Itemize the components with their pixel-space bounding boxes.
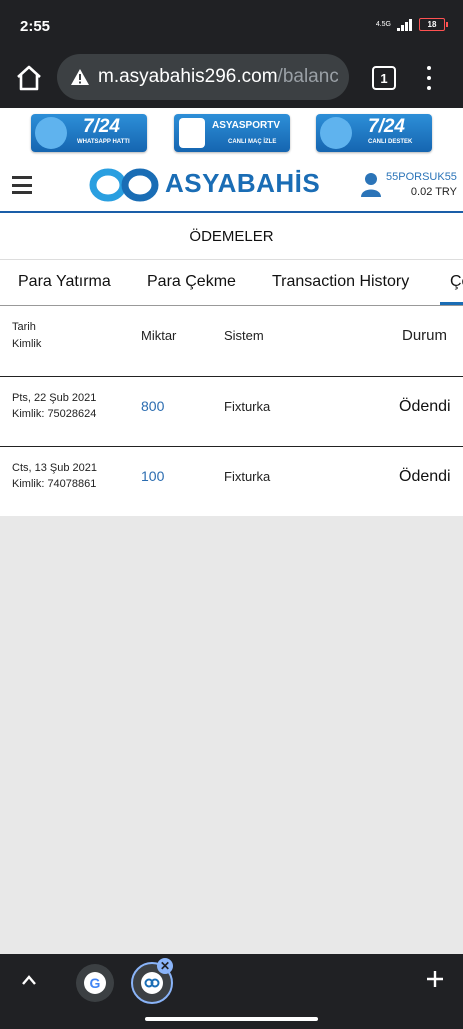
table-header-system: Sistem (224, 328, 264, 343)
balance: 0.02 TRY (410, 186, 457, 198)
status-time: 2:55 (20, 18, 51, 35)
home-icon[interactable] (14, 64, 44, 92)
table-header-date: Tarih (12, 321, 36, 333)
page-title: ÖDEMELER (189, 228, 274, 245)
tab-transaction-history[interactable]: Transaction History (272, 273, 409, 291)
row-date: Cts, 13 Şub 2021 (12, 462, 98, 474)
divider (0, 305, 463, 306)
support-agent-icon (320, 117, 352, 149)
chevron-up-icon[interactable] (20, 973, 38, 987)
live-support-banner-subtitle: CANLI DESTEK (368, 139, 413, 145)
asyasportv-banner[interactable]: ASYASPORTV CANLI MAÇ İZLE (174, 114, 290, 152)
warning-icon[interactable] (70, 68, 90, 86)
hamburger-icon[interactable] (12, 176, 32, 194)
tab-withdraw[interactable]: Para Çekme (147, 273, 236, 291)
asyasportv-banner-subtitle: CANLI MAÇ İZLE (228, 139, 277, 145)
table-header-status: Durum (402, 327, 448, 344)
whatsapp-banner-subtitle: WHATSAPP HATTI (77, 139, 130, 145)
close-icon[interactable]: ✕ (157, 958, 173, 974)
gesture-bar[interactable] (145, 1017, 318, 1021)
tab-withdrawals[interactable]: Çe (450, 273, 463, 291)
whatsapp-banner[interactable]: 7/24 WHATSAPP HATTI (31, 114, 147, 152)
status-icons: 4.5G 18 (375, 18, 448, 31)
row-id: Kimlik: 75028624 (12, 408, 97, 420)
table-header-amount: Miktar (141, 328, 177, 343)
row-status: Ödendi (399, 398, 451, 415)
table-header-id: Kimlik (12, 338, 42, 350)
payments-tabbar: Para Yatırma Para Çekme Transaction Hist… (0, 260, 463, 306)
header-divider (0, 211, 463, 213)
row-system: Fixturka (224, 469, 271, 484)
asyabahis-favicon-icon (141, 972, 163, 994)
tv-logo-icon (179, 118, 205, 148)
tabs-icon[interactable]: 1 (372, 66, 396, 90)
more-vert-icon[interactable] (424, 66, 434, 90)
google-tab[interactable]: G (76, 964, 114, 1002)
tab-count: 1 (380, 70, 388, 86)
row-amount: 100 (141, 468, 165, 484)
logo-text[interactable]: ASYABAHİS (165, 168, 320, 199)
battery-level: 18 (427, 20, 437, 29)
url-host: m.asyabahis296.com (98, 66, 278, 87)
signal-icon (397, 18, 413, 31)
tab-deposit[interactable]: Para Yatırma (18, 273, 111, 291)
row-system: Fixturka (224, 399, 271, 414)
row-amount: 800 (141, 398, 165, 414)
whatsapp-banner-title: 7/24 (83, 116, 120, 137)
row-status: Ödendi (399, 468, 451, 485)
user-icon[interactable] (360, 172, 382, 198)
asyabahis-logo-icon[interactable] (88, 168, 160, 202)
url-text[interactable]: m.asyabahis296.com/balanc (98, 66, 338, 88)
url-path: /balanc (277, 66, 338, 87)
username[interactable]: 55PORSUK55 (386, 171, 457, 183)
row-date: Pts, 22 Şub 2021 (12, 392, 97, 404)
live-support-banner-title: 7/24 (368, 116, 405, 137)
network-type: 4.5G (375, 20, 391, 28)
whatsapp-icon (35, 117, 67, 149)
plus-icon[interactable] (424, 968, 446, 990)
battery-icon: 18 (419, 18, 448, 31)
asyasportv-banner-title: ASYASPORTV (212, 120, 280, 131)
google-icon: G (84, 972, 106, 994)
row-id: Kimlik: 74078861 (12, 478, 97, 490)
live-support-banner[interactable]: 7/24 CANLI DESTEK (316, 114, 432, 152)
